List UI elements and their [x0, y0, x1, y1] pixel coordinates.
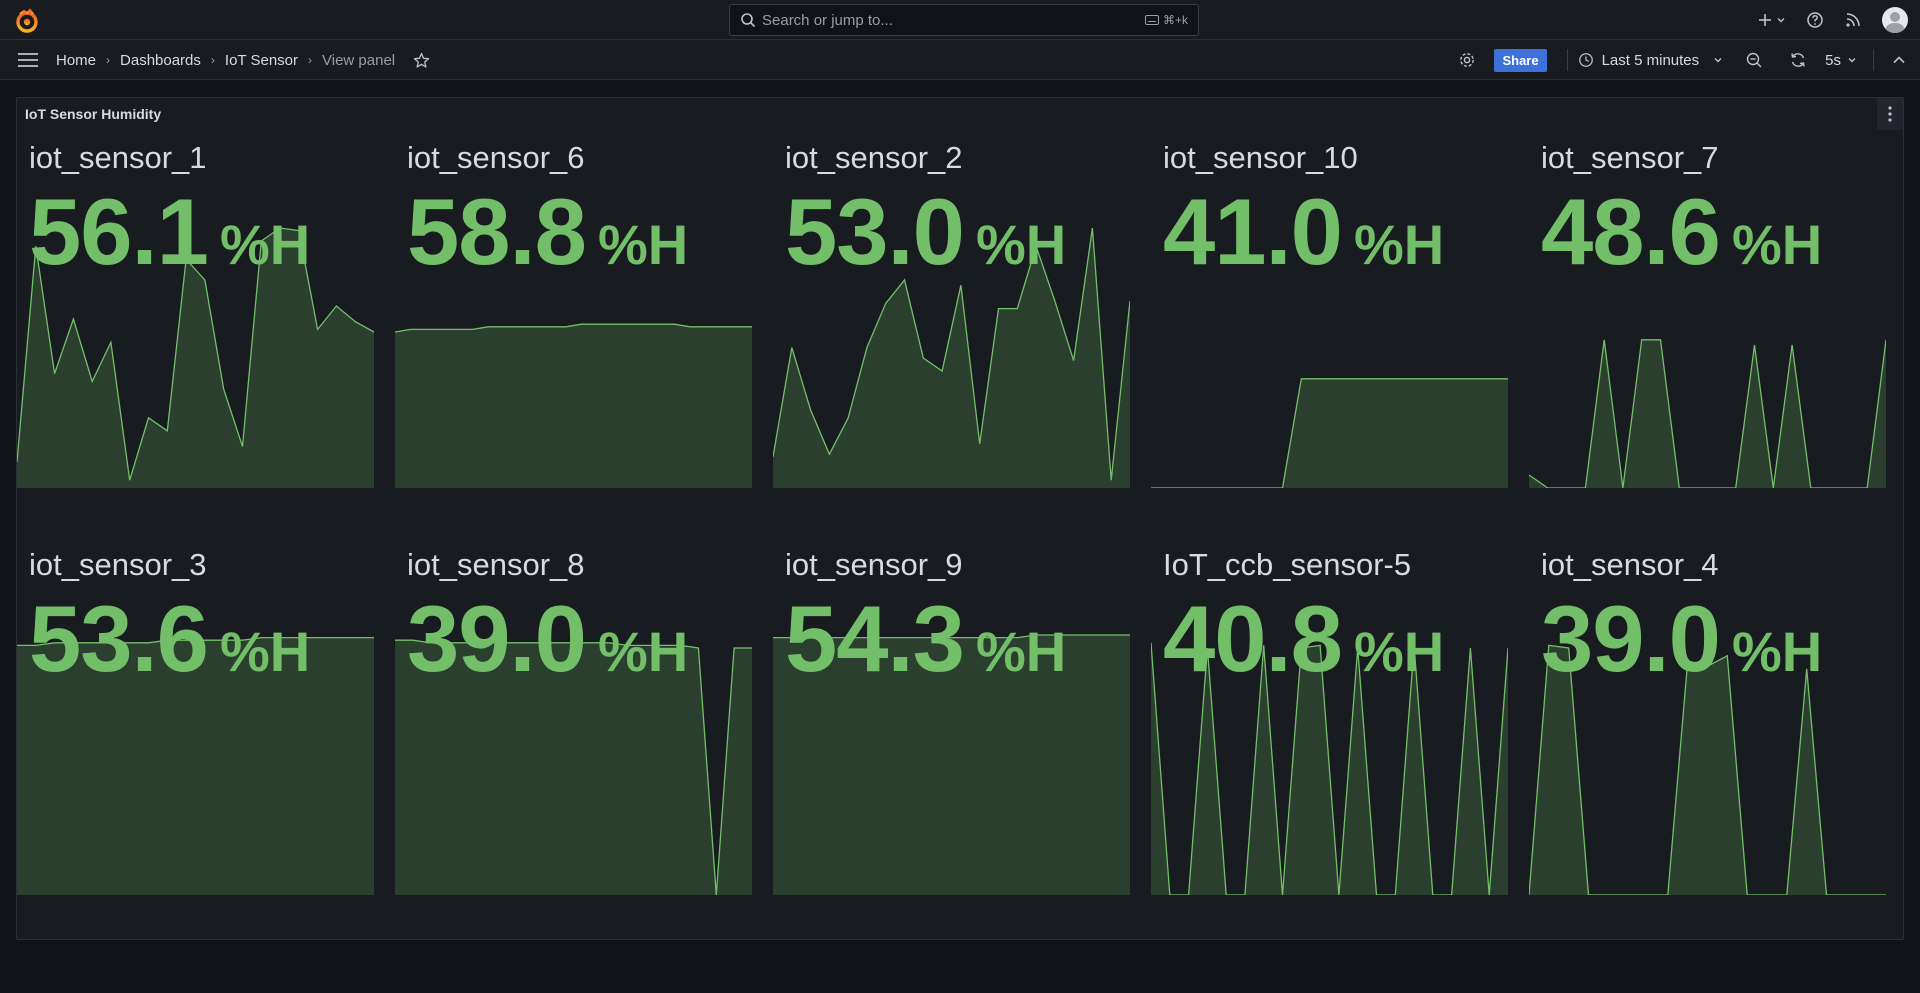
help-icon[interactable]: [1806, 11, 1824, 29]
stat-tile[interactable]: IoT_ccb_sensor-5 40.8 %H: [1151, 505, 1508, 895]
stat-tile[interactable]: iot_sensor_2 53.0 %H: [773, 98, 1130, 488]
chevron-down-icon: [1848, 58, 1856, 63]
stat-tile-name: iot_sensor_6: [407, 140, 585, 175]
stat-tile-value: 39.0 %H: [1541, 585, 1822, 693]
divider: [1566, 49, 1568, 71]
top-actions: [1756, 0, 1908, 40]
refresh-interval-label: 5s: [1825, 51, 1841, 69]
breadcrumb-current: View panel: [322, 51, 396, 69]
zoom-out-icon[interactable]: [1745, 51, 1763, 69]
stat-value-number: 41.0: [1163, 179, 1343, 284]
stat-tile-name: iot_sensor_10: [1163, 140, 1358, 175]
stat-value-number: 48.6: [1541, 179, 1721, 284]
time-range-picker[interactable]: Last 5 minutes: [1578, 52, 1724, 69]
top-bar: Search or jump to... ⌘+k: [0, 0, 1920, 40]
stat-tile-name: iot_sensor_8: [407, 547, 585, 582]
share-button[interactable]: Share: [1494, 48, 1547, 72]
stat-value-unit: %H: [1731, 620, 1823, 683]
dashboard-controls: Share Last 5 minutes 5s: [1458, 40, 1908, 80]
user-avatar[interactable]: [1882, 7, 1908, 33]
stat-tile-name: iot_sensor_3: [29, 547, 207, 582]
divider: [1873, 49, 1874, 71]
news-rss-icon[interactable]: [1844, 11, 1862, 29]
breadcrumb-dashboards[interactable]: Dashboards: [120, 52, 201, 69]
stat-value-number: 58.8: [407, 179, 587, 284]
stat-tile-value: 53.6 %H: [29, 585, 310, 693]
chevron-down-icon: [1714, 58, 1722, 63]
stat-tile[interactable]: iot_sensor_9 54.3 %H: [773, 505, 1130, 895]
refresh-icon[interactable]: [1789, 51, 1807, 69]
stat-tile[interactable]: iot_sensor_6 58.8 %H: [395, 98, 752, 488]
chevron-up-icon[interactable]: [1890, 51, 1908, 69]
gear-icon[interactable]: [1458, 51, 1476, 69]
stat-value-number: 53.0: [785, 179, 965, 284]
stat-tile-name: iot_sensor_7: [1541, 140, 1719, 175]
breadcrumb-separator: ›: [106, 53, 111, 67]
stat-tile-value: 54.3 %H: [785, 585, 1066, 693]
search-bar[interactable]: Search or jump to... ⌘+k: [729, 4, 1199, 36]
keyboard-icon: [1144, 15, 1159, 25]
stat-tile-name: iot_sensor_2: [785, 140, 963, 175]
stat-panel: IoT Sensor Humidity iot_sensor_1 56.1 %H io…: [16, 97, 1904, 940]
stat-value-number: 54.3: [785, 586, 965, 691]
breadcrumb: Home › Dashboards › IoT Sensor › View pa…: [56, 40, 430, 80]
menu-icon[interactable]: [18, 52, 38, 68]
stat-value-unit: %H: [597, 213, 689, 276]
stat-tile-value: 41.0 %H: [1163, 178, 1444, 286]
refresh-interval-picker[interactable]: 5s: [1825, 52, 1857, 69]
stat-tile-name: iot_sensor_4: [1541, 547, 1719, 582]
stat-value-unit: %H: [597, 620, 689, 683]
stat-tile[interactable]: iot_sensor_4 39.0 %H: [1529, 505, 1886, 895]
search-shortcut: ⌘+k: [1144, 13, 1188, 27]
user-icon: [1885, 12, 1905, 33]
stat-tile-name: IoT_ccb_sensor-5: [1163, 547, 1412, 582]
stat-value-number: 39.0: [407, 586, 587, 691]
stat-tile-name: iot_sensor_1: [29, 140, 207, 175]
stat-value-unit: %H: [219, 620, 311, 683]
stat-value-number: 39.0: [1541, 586, 1721, 691]
search-icon: [741, 13, 756, 28]
breadcrumb-dashboard[interactable]: IoT Sensor: [225, 52, 298, 69]
search-input[interactable]: Search or jump to...: [762, 12, 1145, 29]
breadcrumb-home[interactable]: Home: [56, 52, 96, 69]
stat-tile-value: 48.6 %H: [1541, 178, 1822, 286]
stat-tile-value: 58.8 %H: [407, 178, 688, 286]
stat-tile-value: 53.0 %H: [785, 178, 1066, 286]
stat-tile-name: iot_sensor_9: [785, 547, 963, 582]
sparkline-area: [395, 324, 752, 488]
sparkline-area: [1529, 339, 1886, 488]
time-range-label: Last 5 minutes: [1601, 51, 1700, 69]
stat-value-unit: %H: [975, 213, 1067, 276]
plus-icon: [1759, 14, 1771, 26]
stat-tile-value: 56.1 %H: [29, 178, 310, 286]
new-menu-button[interactable]: [1756, 11, 1786, 29]
stat-value-unit: %H: [1731, 213, 1823, 276]
stat-tile[interactable]: iot_sensor_7 48.6 %H: [1529, 98, 1886, 488]
stat-tile[interactable]: iot_sensor_3 53.6 %H: [17, 505, 374, 895]
stat-value-unit: %H: [1353, 213, 1445, 276]
stat-value-unit: %H: [975, 620, 1067, 683]
stat-tile[interactable]: iot_sensor_8 39.0 %H: [395, 505, 752, 895]
search-shortcut-label: ⌘+k: [1162, 13, 1188, 27]
breadcrumb-bar: Home › Dashboards › IoT Sensor › View pa…: [0, 40, 1920, 80]
stat-tile-value: 39.0 %H: [407, 585, 688, 693]
sparkline-area: [1151, 378, 1508, 488]
stat-value-number: 40.8: [1163, 586, 1343, 691]
sparkline-line: [1529, 339, 1886, 488]
breadcrumb-separator: ›: [308, 53, 313, 67]
stat-tile[interactable]: iot_sensor_1 56.1 %H: [17, 98, 374, 488]
stat-tile-value: 40.8 %H: [1163, 585, 1444, 693]
grafana-logo-icon[interactable]: [14, 8, 40, 34]
stat-value-unit: %H: [219, 213, 311, 276]
stat-value-number: 56.1: [29, 179, 209, 284]
stat-value-unit: %H: [1353, 620, 1445, 683]
star-icon[interactable]: [413, 52, 430, 69]
clock-icon: [1578, 53, 1593, 67]
chevron-down-icon: [1777, 18, 1785, 23]
stat-tile[interactable]: iot_sensor_10 41.0 %H: [1151, 98, 1508, 488]
stat-value-number: 53.6: [29, 586, 209, 691]
breadcrumb-separator: ›: [210, 53, 215, 67]
